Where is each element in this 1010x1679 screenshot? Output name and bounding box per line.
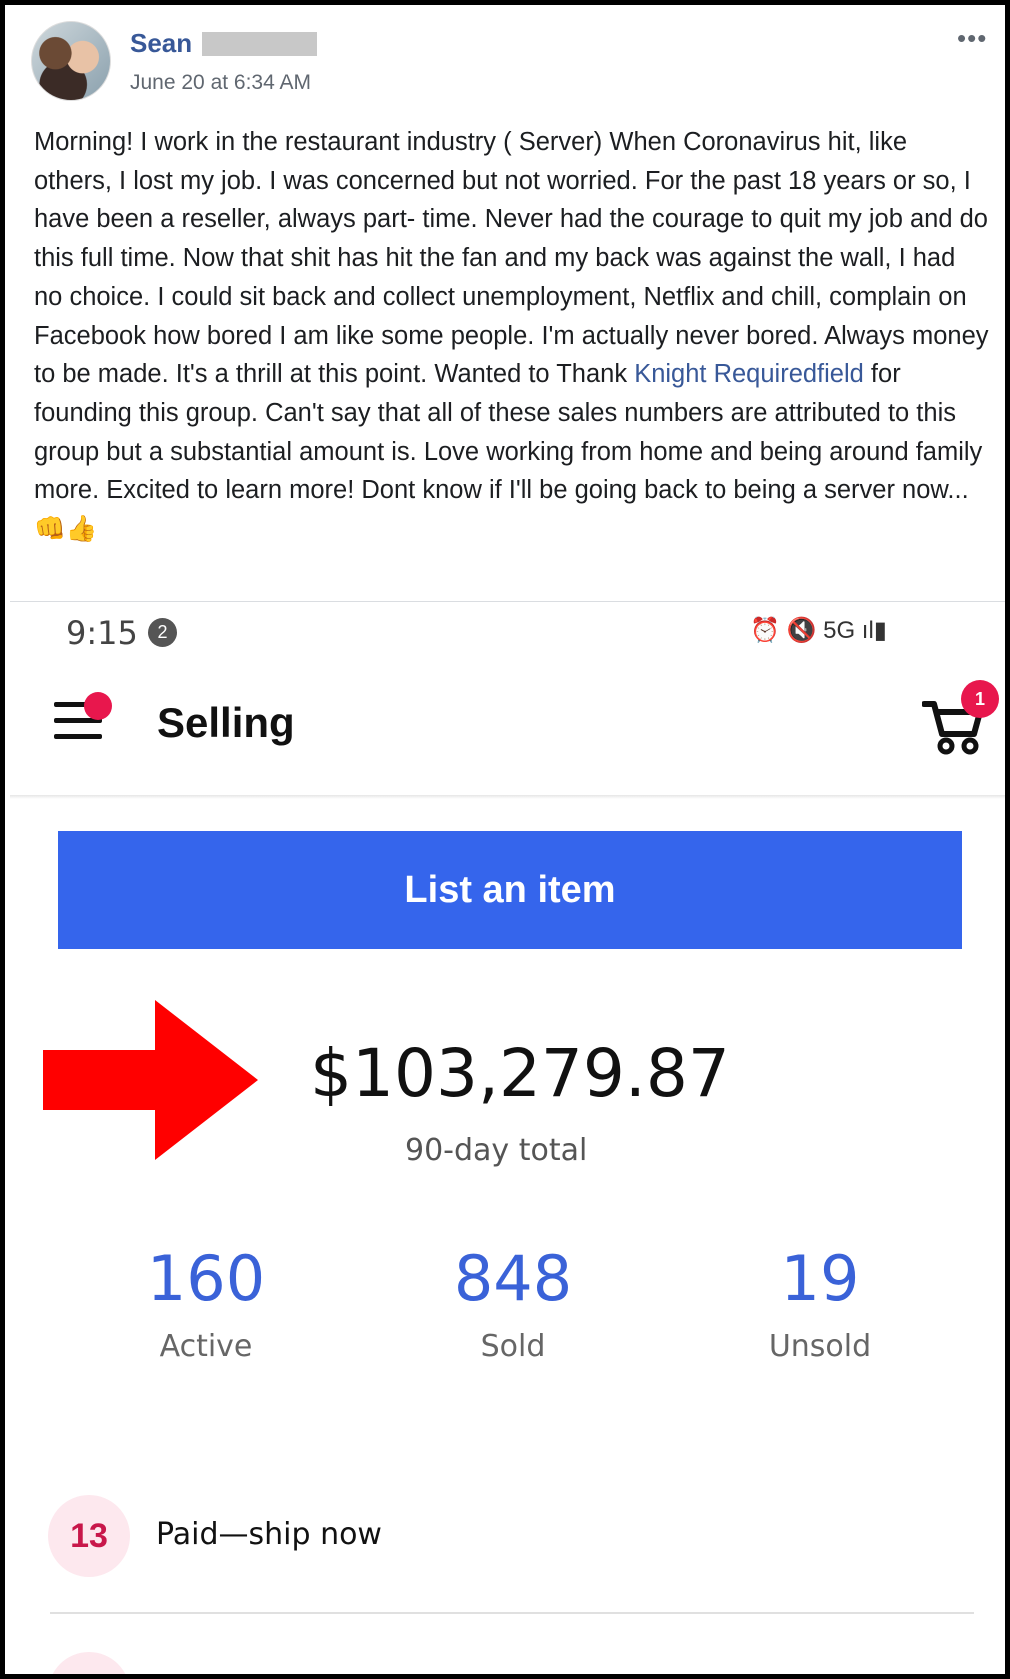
paid-ship-now-label: Paid—ship now [156,1517,382,1552]
post-text-part-1: Morning! I work in the restaurant indust… [34,128,989,389]
app-bar-shadow [10,795,1005,799]
stat-active-value: 160 [146,1242,266,1315]
status-bar-time: 9:15 [66,614,138,652]
stat-unsold: 19 Unsold [710,1242,930,1364]
post-timestamp-link[interactable]: June 20 at 6:34 AM [130,71,311,95]
app-title: Selling [157,699,295,746]
status-bar-icons: ⏰ 🔇 5G ıl▮ [750,617,887,644]
stat-sold-value: 848 [453,1242,573,1315]
author-name-link[interactable]: Sean [130,28,192,59]
paid-count-badge: 13 [48,1495,130,1577]
cart-count-badge: 1 [961,680,999,718]
next-row-badge [48,1652,130,1674]
stat-unsold-value: 19 [780,1242,860,1315]
list-an-item-button: List an item [58,831,962,949]
stat-unsold-label: Unsold [768,1329,872,1364]
mention-link[interactable]: Knight Requiredfield [634,360,864,388]
stat-sold-label: Sold [480,1329,546,1364]
post-frame: Sean June 20 at 6:34 AM ••• Morning! I w… [0,0,1010,1679]
stat-active: 160 Active [96,1242,316,1364]
attached-screenshot[interactable]: 9:15 2 ⏰ 🔇 5G ıl▮ Selling 1 List an item… [10,602,1005,1674]
menu-notification-dot [84,692,112,720]
author-avatar[interactable] [31,21,111,101]
ninety-day-total-label: 90-day total [405,1133,588,1168]
red-arrow-icon [43,1000,258,1160]
notification-count-badge: 2 [148,618,177,647]
ninety-day-total: $103,279.87 [310,1035,730,1112]
list-divider [50,1612,974,1614]
stat-active-label: Active [159,1329,253,1364]
more-options-icon[interactable]: ••• [957,23,987,54]
post-text: Morning! I work in the restaurant indust… [34,123,989,549]
stat-sold: 848 Sold [403,1242,623,1364]
redacted-surname-block [202,32,317,56]
